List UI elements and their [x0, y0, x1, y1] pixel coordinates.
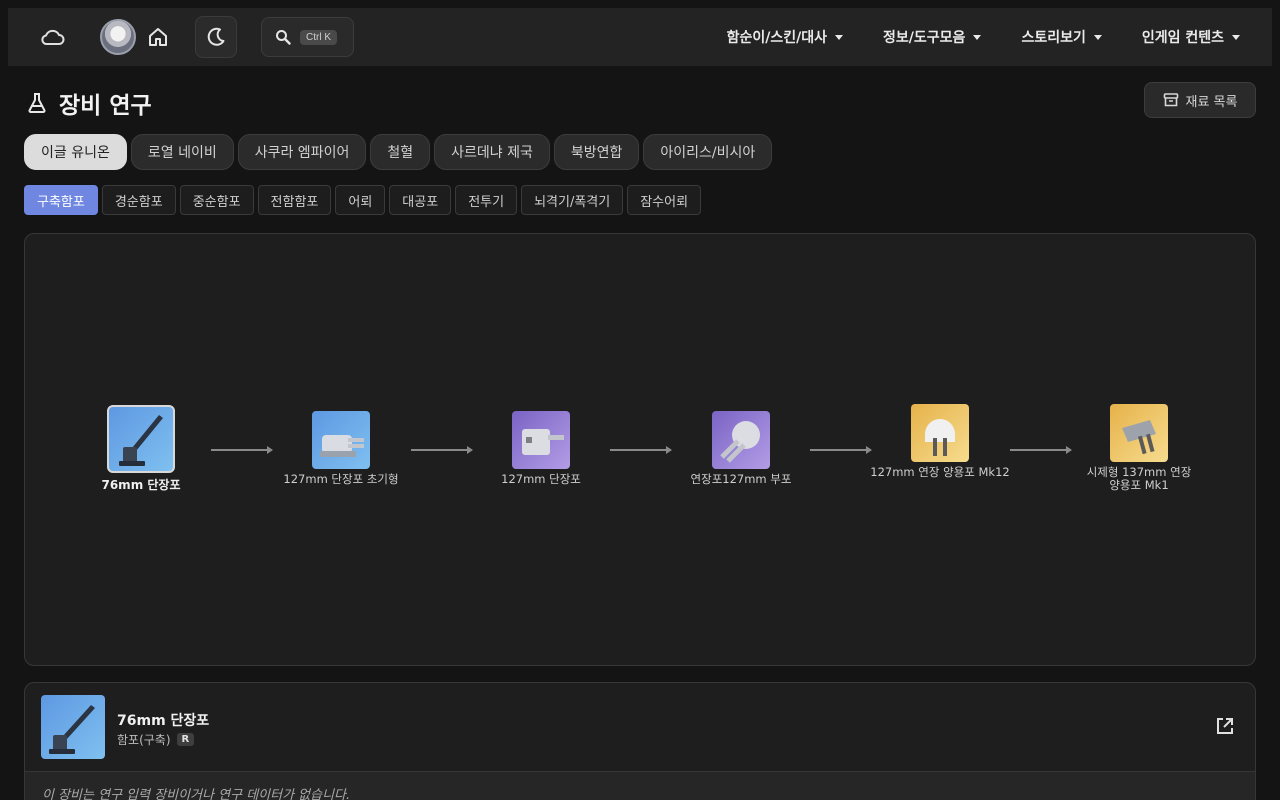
single-gun-icon — [119, 415, 163, 466]
flask-icon — [28, 93, 46, 113]
menu-item-label: 인게임 컨텐츠 — [1141, 30, 1224, 46]
tab-eagle-union[interactable]: 이글 유니온 — [24, 134, 127, 170]
open-external-button[interactable] — [1215, 716, 1235, 740]
external-link-icon — [1217, 718, 1233, 734]
theme-toggle-button[interactable] — [195, 16, 237, 58]
detail-equipment-type: 함포(구축) R — [117, 731, 195, 748]
equipment-thumbnail — [911, 404, 969, 462]
detail-thumbnail — [41, 695, 105, 759]
equipment-thumbnail — [107, 405, 175, 473]
node-label: 127mm 연장 양용포 Mk12 — [870, 465, 1010, 479]
twin-turret-icon — [1122, 420, 1156, 455]
equipment-type-label: 함포(구축) — [117, 733, 171, 747]
home-button[interactable] — [137, 16, 179, 58]
faction-tabs: 이글 유니온 로열 네이비 사쿠라 엠파이어 철혈 사르데냐 제국 북방연합 아… — [24, 134, 773, 170]
research-tree-panel: 76mm 단장포 127mm 단장포 초기형 127mm 단장포 연장포127m… — [24, 233, 1256, 666]
avatar[interactable] — [100, 19, 136, 55]
search-icon — [276, 30, 291, 45]
menu-item-label: 스토리보기 — [1021, 30, 1086, 46]
equipment-detail-panel: 76mm 단장포 함포(구축) R 이 장비는 연구 입력 장비이거나 연구 데… — [24, 682, 1256, 800]
menu-info-tools[interactable]: 정보/도구모음 — [883, 27, 982, 47]
tab-fighters[interactable]: 전투기 — [455, 185, 518, 215]
menu-ships-skins[interactable]: 함순이/스킨/대사 — [726, 27, 844, 47]
materials-button-label: 재료 목록 — [1185, 94, 1238, 110]
tree-node-twin-127mm-secondary[interactable]: 연장포127mm 부포 — [661, 411, 821, 486]
equipment-thumbnail — [712, 411, 770, 469]
tree-node-137mm-mk1[interactable]: 시제형 137mm 연장 양용포 Mk1 — [1059, 404, 1219, 492]
tab-cl-guns[interactable]: 경순함포 — [101, 185, 176, 215]
archive-icon — [1163, 93, 1178, 107]
caret-down-icon — [1232, 34, 1240, 40]
tree-node-127mm-mk12[interactable]: 127mm 연장 양용포 Mk12 — [860, 404, 1020, 479]
node-label: 시제형 137mm 연장 양용포 Mk1 — [1086, 465, 1192, 492]
tab-royal-navy[interactable]: 로열 네이비 — [130, 134, 234, 170]
node-label: 76mm 단장포 — [101, 478, 181, 492]
equipment-thumbnail — [312, 411, 370, 469]
home-icon — [149, 28, 167, 46]
moon-icon — [207, 27, 225, 46]
tree-node-127mm[interactable]: 127mm 단장포 — [461, 411, 621, 486]
equipment-thumbnail — [1110, 404, 1168, 462]
tab-iris-vichya[interactable]: 아이리스/비시아 — [643, 134, 773, 170]
caret-down-icon — [835, 34, 844, 40]
cloud-icon — [41, 29, 65, 45]
tab-torpedoes[interactable]: 어뢰 — [335, 185, 386, 215]
tab-ca-guns[interactable]: 중순함포 — [179, 185, 254, 215]
top-navbar: Ctrl K 함순이/스킨/대사 정보/도구모음 스토리보기 인게임 컨텐츠 — [8, 8, 1272, 66]
caret-down-icon — [1093, 34, 1102, 40]
tab-bb-guns[interactable]: 전함함포 — [257, 185, 332, 215]
tab-northern-parliament[interactable]: 북방연합 — [553, 134, 640, 170]
category-tabs: 구축함포 경순함포 중순함포 전함함포 어뢰 대공포 전투기 뇌격기/폭격기 잠… — [24, 185, 702, 215]
page-heading: 장비 연구 — [25, 86, 152, 120]
main-menu: 함순이/스킨/대사 정보/도구모음 스토리보기 인게임 컨텐츠 — [727, 8, 1240, 66]
twin-turret-icon — [720, 421, 760, 463]
menu-item-label: 정보/도구모음 — [883, 30, 966, 46]
tab-submarine-torpedoes[interactable]: 잠수어뢰 — [627, 185, 702, 215]
tab-sakura-empire[interactable]: 사쿠라 엠파이어 — [237, 134, 367, 170]
tab-dd-guns[interactable]: 구축함포 — [24, 185, 98, 215]
caret-down-icon — [973, 34, 982, 40]
tab-aa-guns[interactable]: 대공포 — [389, 185, 452, 215]
search-button[interactable]: Ctrl K — [261, 17, 354, 57]
tree-node-76mm[interactable]: 76mm 단장포 — [61, 405, 221, 492]
tree-node-127mm-early[interactable]: 127mm 단장포 초기형 — [261, 411, 421, 486]
node-label: 연장포127mm 부포 — [690, 472, 792, 486]
detail-equipment-name: 76mm 단장포 — [117, 713, 210, 729]
rarity-badge: R — [176, 733, 195, 746]
tab-iron-blood[interactable]: 철혈 — [370, 134, 431, 170]
tab-sardegna-empire[interactable]: 사르데냐 제국 — [434, 134, 550, 170]
menu-ingame-content[interactable]: 인게임 컨텐츠 — [1142, 27, 1240, 47]
node-label: 127mm 단장포 — [501, 472, 581, 486]
materials-list-button[interactable]: 재료 목록 — [1144, 82, 1256, 118]
turret-icon — [320, 435, 364, 457]
twin-turret-icon — [925, 419, 955, 456]
page-title: 장비 연구 — [59, 93, 152, 119]
single-gun-icon — [49, 705, 95, 754]
search-shortcut: Ctrl K — [300, 29, 337, 45]
equipment-thumbnail — [512, 411, 570, 469]
cloud-button[interactable] — [31, 16, 73, 58]
menu-item-label: 함순이/스킨/대사 — [726, 30, 828, 46]
research-note: 이 장비는 연구 입력 장비이거나 연구 데이터가 없습니다. — [25, 771, 1255, 800]
menu-story[interactable]: 스토리보기 — [1021, 27, 1102, 47]
node-label: 127mm 단장포 초기형 — [283, 472, 399, 486]
tab-torpedo-dive-bombers[interactable]: 뇌격기/폭격기 — [521, 185, 624, 215]
turret-icon — [522, 429, 564, 455]
